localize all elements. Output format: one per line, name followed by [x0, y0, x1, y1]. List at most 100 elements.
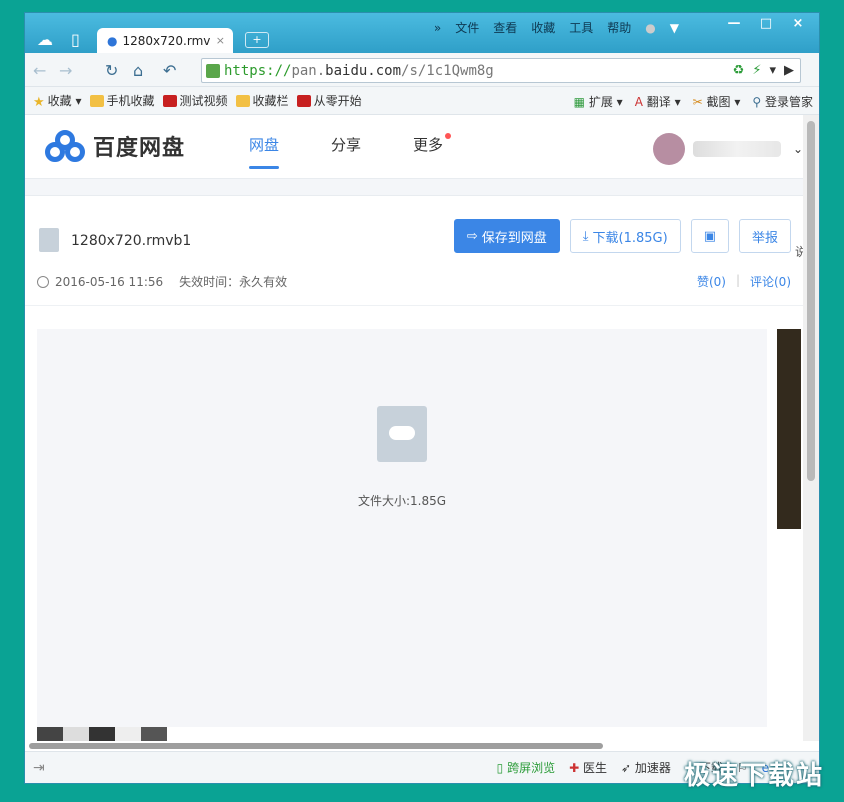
phone-icon: ▯ — [496, 761, 504, 775]
new-tab-button[interactable]: + — [245, 32, 269, 48]
download-button[interactable]: ⤓ 下载(1.85G) — [569, 219, 681, 253]
undo-icon[interactable]: ↶ — [163, 61, 176, 80]
browser-window: ☁ ▯ ● 1280x720.rmv × + » 文件 查看 收藏 工具 帮助 … — [24, 12, 820, 784]
thumbnail-strip[interactable] — [37, 727, 167, 741]
brand-name: 百度网盘 — [93, 136, 186, 161]
menu-file[interactable]: 文件 — [455, 19, 479, 36]
title-bar: ☁ ▯ ● 1280x720.rmv × + » 文件 查看 收藏 工具 帮助 … — [25, 13, 819, 53]
horizontal-scrollbar[interactable] — [25, 741, 819, 751]
home-icon[interactable]: ⌂ — [133, 61, 143, 80]
forward-icon[interactable]: → — [59, 61, 72, 80]
rocket-icon: ➶ — [621, 761, 632, 775]
side-ad-image[interactable] — [777, 329, 801, 529]
baidu-pan-favicon: ● — [107, 33, 118, 48]
file-actions: ⇨ 保存到网盘 ⤓ 下载(1.85G) ▣ 举报 — [453, 219, 791, 253]
nav-netdisk[interactable]: 网盘 — [249, 115, 280, 179]
separator: | — [735, 273, 740, 287]
bookmark-test-video[interactable]: 测试视频 — [162, 92, 228, 109]
go-icon[interactable]: ▶ — [784, 63, 794, 78]
save-to-disk-button[interactable]: ⇨ 保存到网盘 — [453, 219, 560, 253]
chevron-down-icon[interactable]: ⌄ — [793, 142, 803, 156]
vertical-scrollbar[interactable] — [803, 115, 819, 741]
divider — [25, 179, 803, 196]
bookmarks-bar: ★ 收藏 ▾ 手机收藏 测试视频 收藏栏 从零开始 ▦ 扩展 ▾ A 翻译 ▾ ✂… — [25, 87, 819, 115]
menu-more[interactable]: » — [434, 21, 441, 35]
bookmark-bar-folder[interactable]: 收藏栏 — [235, 92, 289, 109]
logo-mark — [45, 130, 87, 162]
medal-icon[interactable]: ● — [645, 21, 655, 35]
file-meta: 2016-05-16 11:56 失效时间：永久有效 — [37, 273, 287, 290]
report-button[interactable]: 举报 — [738, 219, 791, 253]
doctor-button[interactable]: ✚ 医生 — [569, 759, 607, 776]
minimize-button[interactable]: — — [723, 16, 745, 31]
like-link[interactable]: 赞(0) — [697, 273, 726, 290]
nav-toolbar: ← → ↻ ⌂ ↶ https://pan.baidu.com/s/1c1Qwm… — [25, 53, 819, 87]
notification-dot — [445, 133, 452, 139]
recycle-icon[interactable]: ♻ — [733, 63, 745, 78]
translate-icon: A — [634, 94, 643, 109]
avatar[interactable] — [652, 133, 685, 165]
c-icon — [162, 94, 177, 107]
menu-tools[interactable]: 工具 — [569, 19, 593, 36]
screenshot-button[interactable]: ✂ 截图 ▾ — [693, 93, 741, 110]
tab-active[interactable]: ● 1280x720.rmv × — [97, 28, 233, 53]
bookmark-from-zero[interactable]: 从零开始 — [296, 92, 362, 109]
folder-icon — [235, 94, 250, 107]
watermark: 极速下载站 — [683, 761, 824, 791]
address-bar[interactable]: https://pan.baidu.com/s/1c1Qwm8g ♻ ⚡ ▾ ▶ — [201, 58, 801, 83]
baidu-pan-logo[interactable]: 百度网盘 — [45, 130, 185, 162]
menu-view[interactable]: 查看 — [493, 19, 517, 36]
key-icon: ⚲ — [752, 94, 762, 109]
file-name: 1280x720.rmvb1 — [71, 233, 192, 249]
cross-screen-button[interactable]: ▯ 跨屏浏览 — [497, 759, 555, 776]
maximize-button[interactable]: □ — [755, 16, 777, 31]
star-icon: ★ — [33, 94, 45, 110]
menu-favorites[interactable]: 收藏 — [531, 19, 555, 36]
lock-icon — [206, 63, 220, 78]
scrollbar-thumb[interactable] — [29, 743, 603, 749]
folder-icon — [89, 94, 104, 107]
close-window-button[interactable]: × — [787, 16, 809, 31]
share-date: 2016-05-16 11:56 — [37, 275, 163, 289]
file-size: 文件大小:1.85G — [357, 494, 447, 508]
url-text[interactable]: https://pan.baidu.com/s/1c1Qwm8g — [224, 63, 494, 79]
extensions-button[interactable]: ▦ 扩展 ▾ — [574, 93, 623, 110]
shirt-icon[interactable]: ▼ — [670, 21, 679, 35]
user-menu[interactable]: ⌄ — [652, 133, 803, 165]
window-controls: — □ × — [723, 16, 809, 31]
save-icon: ⇨ — [466, 228, 478, 244]
cloud-icon[interactable]: ☁ — [37, 30, 53, 49]
accelerator-button[interactable]: ➶ 加速器 — [621, 759, 671, 776]
username-blurred — [692, 141, 781, 157]
bookmarks-right: ▦ 扩展 ▾ A 翻译 ▾ ✂ 截图 ▾ ⚲ 登录管家 — [574, 87, 813, 115]
back-icon[interactable]: ← — [33, 61, 46, 80]
social-actions: 赞(0) | 评论(0) — [697, 273, 791, 290]
medkit-icon: ✚ — [569, 761, 580, 775]
grid-icon: ▦ — [573, 94, 586, 109]
scrollbar-thumb[interactable] — [807, 121, 815, 481]
file-header: 1280x720.rmvb1 ⇨ 保存到网盘 ⤓ 下载(1.85G) ▣ 举报 20… — [25, 196, 803, 306]
bookmark-mobile[interactable]: 手机收藏 — [89, 92, 155, 109]
tab-title: 1280x720.rmv — [122, 33, 211, 48]
cloud-file-icon — [377, 406, 427, 462]
nav-share[interactable]: 分享 — [331, 115, 361, 179]
bookmark-favorites[interactable]: ★ 收藏 ▾ — [33, 92, 82, 110]
phone-icon[interactable]: ▯ — [71, 30, 80, 49]
file-preview: 文件大小:1.85G — [37, 329, 767, 727]
side-text: 说 — [795, 245, 803, 259]
sidebar-toggle-icon[interactable]: ⇥ — [33, 760, 45, 776]
comment-link[interactable]: 评论(0) — [750, 273, 791, 290]
close-icon[interactable]: × — [216, 34, 225, 47]
menu-help[interactable]: 帮助 — [607, 19, 631, 36]
nav-more[interactable]: 更多 — [413, 115, 452, 179]
c-icon — [296, 94, 311, 107]
login-manager-button[interactable]: ⚲ 登录管家 — [752, 93, 813, 110]
qrcode-button[interactable]: ▣ — [690, 219, 729, 253]
lightning-icon[interactable]: ⚡ — [752, 63, 761, 78]
site-header: 百度网盘 网盘 分享 更多 ⌄ — [25, 115, 803, 179]
expire-info: 失效时间：永久有效 — [179, 275, 288, 289]
chevron-down-icon[interactable]: ▾ — [769, 63, 776, 78]
translate-button[interactable]: A 翻译 ▾ — [635, 93, 681, 110]
clock-icon — [37, 275, 49, 288]
refresh-icon[interactable]: ↻ — [105, 61, 118, 80]
